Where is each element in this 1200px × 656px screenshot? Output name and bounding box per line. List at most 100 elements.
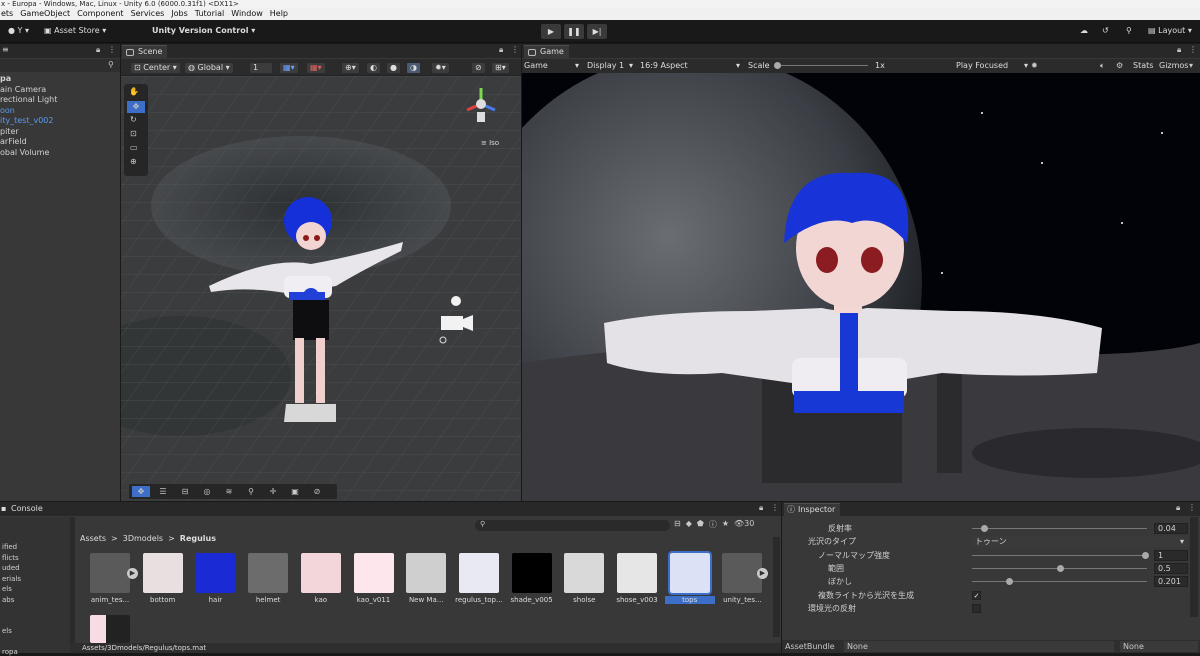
version-control-button[interactable]: Unity Version Control ▾ (146, 23, 261, 39)
menu-item[interactable]: Help (270, 8, 288, 20)
search-button[interactable]: ⚲ (1120, 23, 1138, 39)
grid-snap-button[interactable]: ▦▾ (279, 62, 299, 74)
menu-item[interactable]: GameObject (20, 8, 70, 20)
breadcrumb-3dmodels[interactable]: 3Dmodels (123, 534, 163, 543)
asset-store-button[interactable]: ▣ Asset Store ▾ (38, 23, 112, 39)
grid-visibility-button[interactable]: ▦▾ (306, 62, 326, 74)
lock-icon[interactable]: 🔒︎ (96, 45, 100, 55)
play-mode-dropdown[interactable]: Play Focused ▾ (956, 60, 1028, 72)
rect-tool-icon[interactable]: ▭ (130, 143, 138, 152)
breadcrumb-assets[interactable]: Assets (80, 534, 106, 543)
transform-tool-icon[interactable]: ⊕ (130, 157, 137, 166)
asset-thumbnail[interactable] (248, 553, 289, 593)
tab-game[interactable]: Game (524, 45, 569, 58)
inspector-scrollbar[interactable] (1190, 517, 1198, 617)
cloud-button[interactable]: ☁ (1074, 23, 1094, 39)
step-button[interactable]: ▶| (587, 24, 607, 39)
menu-kebab-icon[interactable]: ⋮ (1188, 503, 1196, 512)
folder-item[interactable]: flicts (2, 554, 19, 562)
view-mode-label[interactable]: ≡ Iso (481, 139, 499, 147)
gear-icon[interactable]: ⚙ (1116, 60, 1123, 72)
filter-label-icon[interactable]: ◆ (686, 519, 692, 530)
slider-knob[interactable] (1006, 578, 1013, 586)
game-viewport[interactable] (522, 73, 1200, 501)
menu-item[interactable]: Services (131, 8, 165, 20)
property-slider[interactable] (972, 564, 1147, 572)
layers-icon[interactable]: ≋ (220, 486, 238, 497)
expand-icon[interactable]: ▶ (127, 568, 138, 579)
hierarchy-item[interactable]: ain Camera (0, 85, 46, 95)
hierarchy-item[interactable]: piter (0, 127, 19, 137)
hierarchy-item[interactable]: obal Volume (0, 148, 49, 158)
aspect-dropdown[interactable]: 16:9 Aspect ▾ (640, 60, 740, 72)
tab-inspector[interactable]: ⓘ Inspector (784, 503, 841, 516)
asset-thumbnail[interactable] (300, 553, 341, 593)
shading-solid-button[interactable]: ● (386, 62, 401, 74)
hierarchy-item[interactable]: ity_test_v002 (0, 116, 53, 126)
breadcrumb-regulus[interactable]: Regulus (180, 534, 216, 543)
chevron-down-icon[interactable]: ▾ (1189, 60, 1193, 72)
hierarchy-search[interactable]: ⚲ (0, 59, 120, 72)
property-value[interactable]: 0.5 (1154, 562, 1188, 574)
eye-icon[interactable]: 👁︎30 (734, 519, 754, 530)
property-checkbox[interactable] (972, 603, 981, 613)
folder-item[interactable]: erials (2, 575, 21, 583)
property-checkbox[interactable]: ✓ (972, 590, 981, 600)
tab-scene[interactable]: Scene (122, 45, 168, 58)
scale-slider-knob[interactable] (774, 62, 781, 69)
scale-slider[interactable] (774, 62, 868, 69)
lock-icon[interactable]: 🔒︎ (1177, 45, 1181, 55)
slider-knob[interactable] (980, 525, 988, 532)
folder-item[interactable]: els (2, 627, 12, 635)
property-slider[interactable] (972, 578, 1147, 586)
property-slider[interactable] (972, 551, 1149, 559)
folder-tree-scrollbar[interactable] (70, 517, 75, 653)
folder-item[interactable]: ropa (2, 648, 18, 656)
menu-item[interactable]: Component (77, 8, 123, 20)
folder-item[interactable]: ified (2, 543, 17, 551)
history-button[interactable]: ↺ (1096, 23, 1115, 39)
lock-icon[interactable]: 🔒︎ (499, 45, 503, 55)
property-value[interactable]: 1 (1154, 549, 1188, 561)
orbit-icon[interactable]: ◎ (198, 486, 216, 497)
filter-type-icon[interactable]: ⊟ (674, 519, 681, 530)
snap-field[interactable]: 1 (249, 62, 273, 74)
camera-icon[interactable]: ▣ (286, 486, 304, 497)
menu-item[interactable]: Window (231, 8, 263, 20)
tab-console[interactable]: ▪ Console (0, 503, 48, 516)
asset-thumbnail[interactable] (667, 551, 712, 595)
asset-scrollbar[interactable] (773, 537, 780, 637)
move-tool-icon[interactable]: ✥ (127, 101, 145, 113)
asset-thumbnail[interactable] (195, 553, 236, 593)
menu-kebab-icon[interactable]: ⋮ (771, 503, 779, 512)
lock-icon[interactable]: 🔒︎ (1176, 503, 1180, 513)
tag-icon[interactable]: ⬟ (697, 519, 704, 530)
align-icon[interactable]: ☰ (154, 486, 172, 497)
game-mode-dropdown[interactable]: Game ▾ (524, 60, 581, 72)
account-button[interactable]: ● Y ▾ (2, 23, 35, 39)
bug-icon[interactable]: ✹ (1031, 60, 1038, 72)
asset-thumbnail[interactable] (353, 553, 394, 593)
pause-button[interactable]: ❚❚ (564, 24, 584, 39)
menu-item[interactable]: Tutorial (195, 8, 224, 20)
display-dropdown[interactable]: Display 1 ▾ (587, 60, 633, 72)
scale-tool-icon[interactable]: ⊡ (130, 129, 137, 138)
scene-viewport[interactable]: ✋ ✥ ↻ ⊡ ▭ ⊕ ≡ Iso ✥ ☰ ⊟ ◎ ≋ ⚲ ✛ ▣ ⊘ (121, 76, 521, 501)
move-icon[interactable]: ✥ (132, 486, 150, 497)
asset-thumbnail[interactable] (617, 553, 657, 593)
visibility-button[interactable]: ⊘ (471, 62, 486, 74)
orientation-gizmo[interactable] (461, 84, 501, 128)
hierarchy-item[interactable]: rectional Light (0, 95, 57, 105)
asset-thumbnail[interactable] (564, 553, 605, 593)
property-dropdown[interactable]: トゥーン ▾ (972, 536, 1187, 548)
asset-thumbnail[interactable] (90, 615, 130, 643)
asset-thumbnail[interactable] (511, 553, 552, 593)
rotate-tool-icon[interactable]: ↻ (130, 115, 137, 124)
property-slider[interactable] (972, 525, 1147, 532)
shading-lit-button[interactable]: ◑ (406, 62, 421, 74)
asset-thumbnail[interactable] (90, 553, 130, 593)
slider-knob[interactable] (1142, 551, 1149, 559)
expand-icon[interactable]: ▶ (757, 568, 768, 579)
search-icon[interactable]: ⚲ (242, 486, 260, 497)
project-search-input[interactable]: ⚲ (475, 520, 670, 531)
